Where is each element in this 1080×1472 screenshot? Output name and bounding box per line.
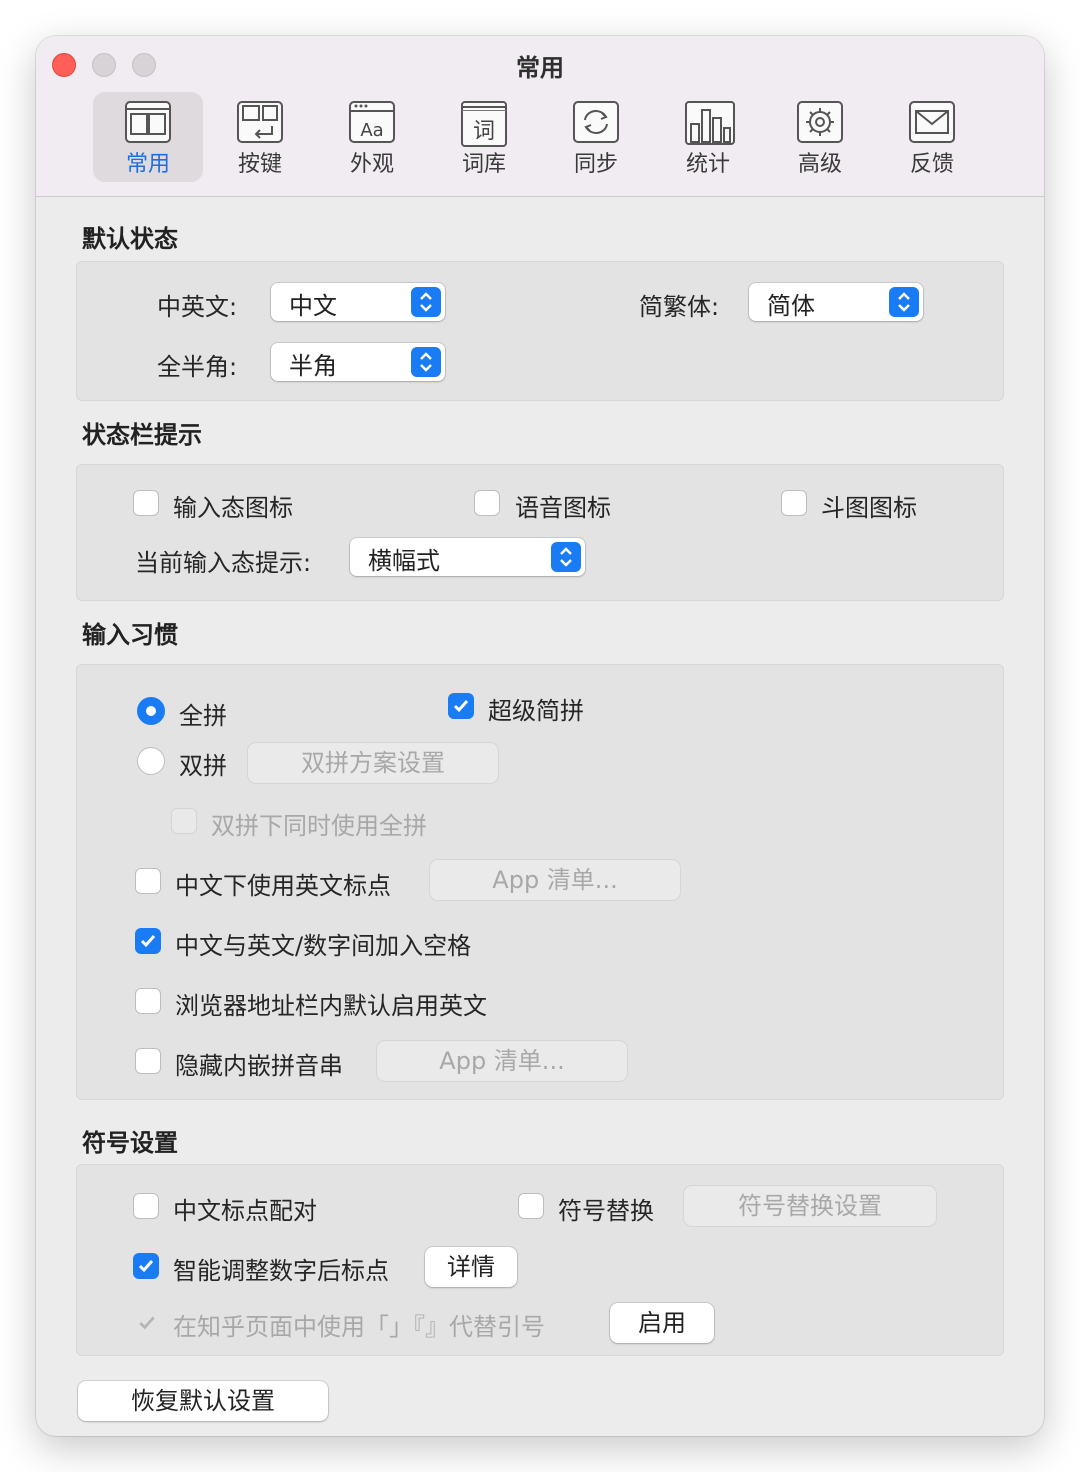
general-icon <box>125 101 171 143</box>
app-list-button[interactable]: App 清单... <box>377 1041 627 1081</box>
browser-english-checkbox[interactable] <box>135 988 161 1014</box>
tab-label: 词库 <box>461 152 506 177</box>
cn-en-value: 中文 <box>289 292 337 320</box>
input-hint-value: 横幅式 <box>368 547 440 575</box>
input-icon-checkbox[interactable] <box>133 490 159 516</box>
double-pinyin-radio[interactable] <box>137 747 165 775</box>
voice-icon-checkbox[interactable] <box>474 490 500 516</box>
restore-defaults-button[interactable]: 恢复默认设置 <box>78 1381 328 1421</box>
feedback-mail-icon <box>909 101 955 143</box>
symbol-replace-settings-button[interactable]: 符号替换设置 <box>684 1186 936 1226</box>
popup-arrows-icon <box>411 287 441 317</box>
space-checkbox[interactable] <box>135 928 161 954</box>
tab-label: 常用 <box>125 152 170 177</box>
title-bar: 常用 常用 按键 Aa 外观 词 词库 同步 统计 高级 反馈 <box>36 36 1044 197</box>
symbol-replace-checkbox[interactable] <box>518 1193 544 1219</box>
popup-arrows-icon <box>551 542 581 572</box>
details-button[interactable]: 详情 <box>425 1247 517 1287</box>
full-pinyin-radio[interactable] <box>137 697 165 725</box>
symbols-group: 中文标点配对 符号替换 符号替换设置 智能调整数字后标点 详情 在知乎页面中使用… <box>76 1164 1004 1356</box>
default-state-group: 中英文: 中文 简繁体: 简体 全半角: 半角 <box>76 261 1004 401</box>
cn-en-label: 中英文: <box>157 293 238 321</box>
double-pinyin-label: 双拼 <box>179 752 227 780</box>
dictionary-icon: 词 <box>461 101 507 147</box>
simp-trad-popup[interactable]: 简体 <box>749 283 923 321</box>
punct-pair-checkbox[interactable] <box>133 1193 159 1219</box>
tab-general[interactable]: 常用 <box>93 92 203 182</box>
popup-arrows-icon <box>889 287 919 317</box>
hide-embedded-checkbox[interactable] <box>135 1048 161 1074</box>
zhihu-quotes-checkbox[interactable] <box>133 1309 159 1335</box>
section-title-default-state: 默认状态 <box>82 225 178 253</box>
tab-label: 反馈 <box>909 152 954 177</box>
enable-button[interactable]: 启用 <box>610 1303 714 1343</box>
double-with-full-label: 双拼下同时使用全拼 <box>211 812 427 840</box>
super-abbrev-checkbox[interactable] <box>448 693 474 719</box>
en-punct-label: 中文下使用英文标点 <box>175 872 391 900</box>
keys-icon <box>237 101 283 143</box>
appearance-icon: Aa <box>349 101 395 143</box>
checkmark-icon <box>453 700 469 713</box>
punct-pair-label: 中文标点配对 <box>173 1197 317 1225</box>
checkmark-icon <box>140 935 156 948</box>
tab-label: 外观 <box>349 152 394 177</box>
section-title-input-habits: 输入习惯 <box>82 621 178 649</box>
cn-en-popup[interactable]: 中文 <box>271 283 445 321</box>
width-value: 半角 <box>289 352 337 380</box>
preferences-window: 常用 常用 按键 Aa 外观 词 词库 同步 统计 高级 反馈 默认状态 中英文… <box>36 36 1044 1436</box>
input-habits-group: 全拼 超级简拼 双拼 双拼方案设置 双拼下同时使用全拼 中文下使用英文标点 Ap… <box>76 664 1004 1100</box>
section-title-status-bar: 状态栏提示 <box>82 421 202 449</box>
tab-label: 同步 <box>573 152 618 177</box>
smart-punct-checkbox[interactable] <box>133 1253 159 1279</box>
svg-text:词: 词 <box>473 119 495 144</box>
full-pinyin-label: 全拼 <box>179 702 227 730</box>
tab-keys[interactable]: 按键 <box>205 92 315 182</box>
popup-arrows-icon <box>411 347 441 377</box>
status-bar-group: 输入态图标 语音图标 斗图图标 当前输入态提示: 横幅式 <box>76 464 1004 601</box>
smart-punct-label: 智能调整数字后标点 <box>173 1257 389 1285</box>
zhihu-quotes-label: 在知乎页面中使用「」『』代替引号 <box>173 1313 545 1341</box>
tab-feedback[interactable]: 反馈 <box>877 92 987 182</box>
checkmark-icon <box>138 1260 154 1273</box>
window-title: 常用 <box>516 54 564 82</box>
meme-icon-checkbox[interactable] <box>781 490 807 516</box>
tab-dictionary[interactable]: 词 词库 <box>429 92 539 182</box>
input-hint-popup[interactable]: 横幅式 <box>350 538 585 576</box>
double-scheme-button[interactable]: 双拼方案设置 <box>248 743 498 783</box>
width-popup[interactable]: 半角 <box>271 343 445 381</box>
tab-label: 高级 <box>797 152 842 177</box>
meme-icon-label: 斗图图标 <box>821 494 917 522</box>
tab-sync[interactable]: 同步 <box>541 92 651 182</box>
tab-appearance[interactable]: Aa 外观 <box>317 92 427 182</box>
tab-label: 按键 <box>237 152 282 177</box>
space-label: 中文与英文/数字间加入空格 <box>175 932 472 960</box>
tab-advanced[interactable]: 高级 <box>765 92 875 182</box>
symbol-replace-label: 符号替换 <box>558 1197 654 1225</box>
section-title-symbols: 符号设置 <box>82 1129 178 1157</box>
tab-statistics[interactable]: 统计 <box>653 92 763 182</box>
hide-embedded-label: 隐藏内嵌拼音串 <box>175 1052 343 1080</box>
en-punct-checkbox[interactable] <box>135 868 161 894</box>
width-label: 全半角: <box>157 353 238 381</box>
advanced-gear-icon <box>797 101 843 143</box>
app-list-button[interactable]: App 清单... <box>430 860 680 900</box>
simp-trad-value: 简体 <box>767 292 815 320</box>
double-with-full-checkbox[interactable] <box>171 808 197 834</box>
super-abbrev-label: 超级简拼 <box>488 697 584 725</box>
checkmark-icon <box>139 1316 155 1330</box>
input-icon-label: 输入态图标 <box>173 494 293 522</box>
voice-icon-label: 语音图标 <box>515 494 611 522</box>
settings-content: 默认状态 中英文: 中文 简繁体: 简体 全半角: 半角 状态栏提示 输入态图标 <box>36 197 1044 1436</box>
statistics-icon <box>685 101 735 145</box>
simp-trad-label: 简繁体: <box>639 293 720 321</box>
svg-text:Aa: Aa <box>360 120 383 141</box>
hint-label: 当前输入态提示: <box>135 549 312 577</box>
sync-icon <box>573 101 619 143</box>
tab-label: 统计 <box>685 152 730 177</box>
browser-english-label: 浏览器地址栏内默认启用英文 <box>175 992 487 1020</box>
